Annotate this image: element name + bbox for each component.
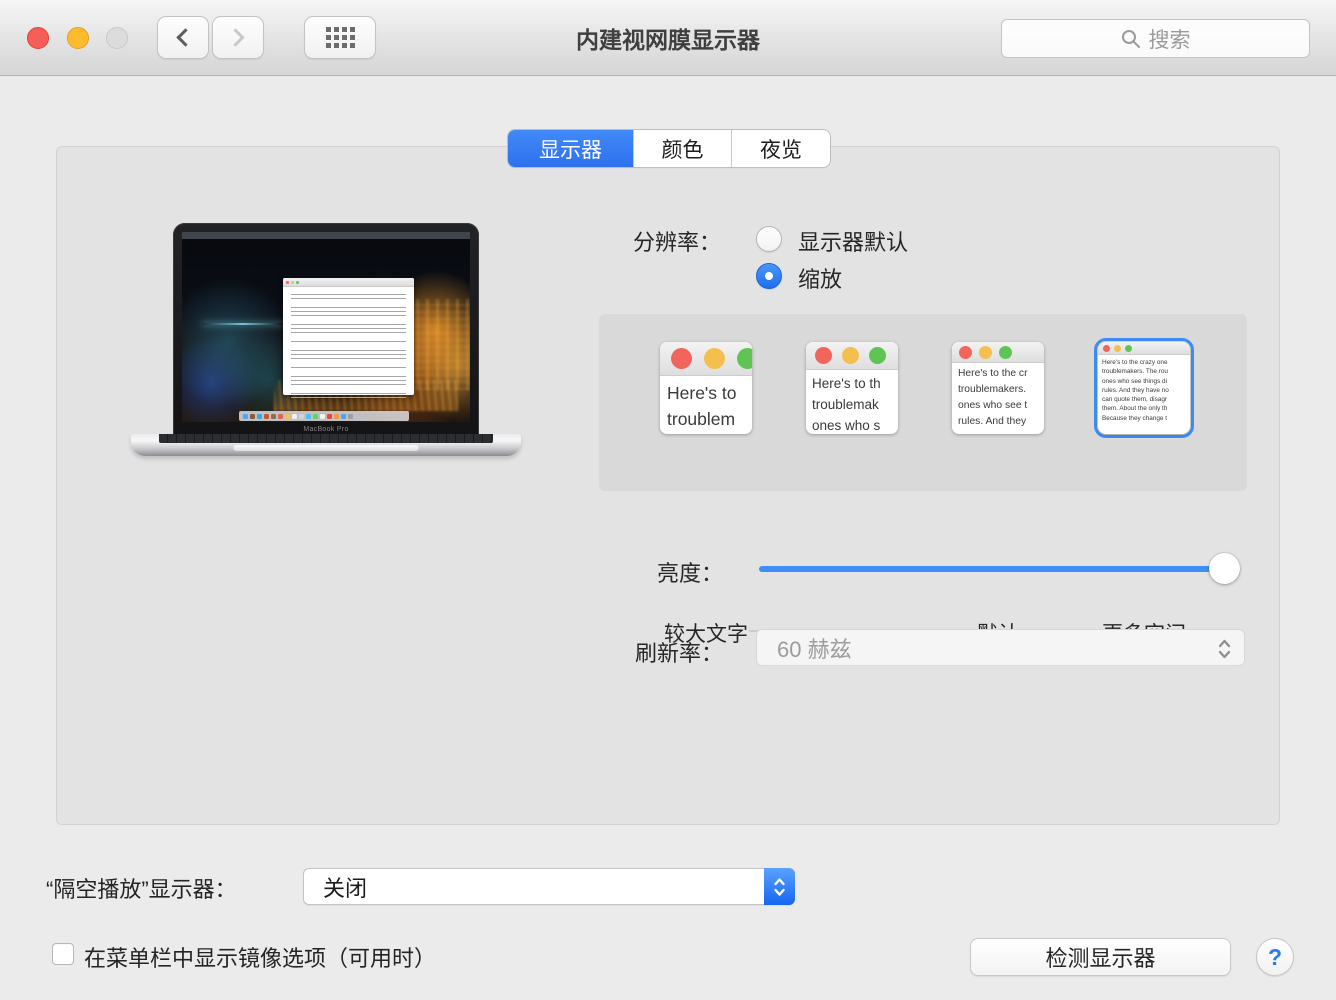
tab-displays[interactable]: 显示器 bbox=[508, 130, 633, 167]
mini-window-preview-text: Here's to the crazy one troublemakers. T… bbox=[1098, 355, 1190, 423]
mini-window-preview-text: Here's to the cr troublemakers. ones who… bbox=[952, 363, 1044, 430]
scale-option-default[interactable]: Here's to the cr troublemakers. ones who… bbox=[952, 342, 1044, 434]
red-dot-icon bbox=[671, 348, 692, 369]
laptop-menubar bbox=[182, 232, 470, 239]
brightness-slider-track[interactable] bbox=[759, 566, 1239, 572]
search-icon bbox=[1121, 29, 1141, 49]
laptop-dock bbox=[239, 411, 409, 421]
laptop-image: MacBook Pro bbox=[173, 223, 479, 435]
green-dot-icon bbox=[999, 346, 1012, 359]
dropdown-arrows-button[interactable] bbox=[764, 868, 795, 905]
scale-option-larger-text[interactable]: Here's to troublem bbox=[660, 342, 752, 434]
mini-window: Here's to the crazy one troublemakers. T… bbox=[1098, 342, 1190, 434]
brightness-label: 亮度： bbox=[503, 556, 723, 588]
radio-default-for-display[interactable] bbox=[756, 226, 782, 252]
display-settings-panel: MacBook Pro 分辨率： 显示器默认 缩放 Here's to trou… bbox=[56, 146, 1280, 825]
mini-window-titlebar bbox=[660, 342, 752, 376]
yellow-dot-icon bbox=[1114, 345, 1121, 352]
help-button[interactable]: ? bbox=[1256, 938, 1294, 976]
search-input[interactable]: 搜索 bbox=[1001, 19, 1310, 58]
radio-default-label[interactable]: 显示器默认 bbox=[798, 225, 908, 257]
green-dot-icon bbox=[737, 348, 752, 369]
refresh-rate-label: 刷新率： bbox=[503, 636, 723, 668]
updown-chevron-icon bbox=[773, 875, 786, 899]
scaled-options-panel: Here's to troublem Here's to th troublem… bbox=[599, 314, 1247, 491]
red-dot-icon bbox=[959, 346, 972, 359]
yellow-dot-icon bbox=[842, 347, 859, 364]
refresh-rate-value: 60 赫兹 bbox=[777, 632, 852, 664]
laptop-model-label: MacBook Pro bbox=[173, 426, 479, 433]
red-dot-icon bbox=[1103, 345, 1110, 352]
tab-bar: 显示器 颜色 夜览 bbox=[508, 130, 830, 167]
airplay-display-value: 关闭 bbox=[323, 871, 367, 903]
scale-option-more-space-selected[interactable]: Here's to the crazy one troublemakers. T… bbox=[1094, 338, 1194, 438]
red-dot-icon bbox=[815, 347, 832, 364]
tab-color[interactable]: 颜色 bbox=[633, 130, 731, 167]
airplay-display-dropdown[interactable]: 关闭 bbox=[303, 868, 795, 905]
tab-night-shift[interactable]: 夜览 bbox=[731, 130, 830, 167]
show-mirroring-options-label[interactable]: 在菜单栏中显示镜像选项（可用时） bbox=[84, 941, 436, 973]
refresh-rate-dropdown[interactable]: 60 赫兹 bbox=[756, 629, 1245, 666]
green-dot-icon bbox=[869, 347, 886, 364]
yellow-dot-icon bbox=[704, 348, 725, 369]
document-text-lines bbox=[291, 294, 406, 389]
show-mirroring-options-checkbox[interactable] bbox=[52, 943, 74, 965]
laptop-keyboard bbox=[159, 434, 493, 443]
laptop-trackpad bbox=[234, 445, 419, 451]
bridge-lights bbox=[202, 323, 283, 325]
radio-scaled-label[interactable]: 缩放 bbox=[798, 262, 842, 294]
mini-window-titlebar bbox=[952, 342, 1044, 363]
document-window-thumbnail bbox=[283, 278, 414, 395]
laptop-base bbox=[131, 434, 521, 456]
radio-scaled[interactable] bbox=[756, 263, 782, 289]
updown-chevron-icon bbox=[1217, 637, 1232, 661]
search-placeholder: 搜索 bbox=[1149, 24, 1191, 54]
document-titlebar bbox=[283, 278, 414, 287]
mini-window-titlebar bbox=[1098, 342, 1190, 355]
resolution-label: 分辨率： bbox=[501, 225, 721, 257]
laptop-screen bbox=[182, 232, 470, 422]
titlebar: 内建视网膜显示器 搜索 bbox=[0, 0, 1336, 76]
green-dot-icon bbox=[1125, 345, 1132, 352]
detect-displays-button[interactable]: 检测显示器 bbox=[970, 938, 1231, 976]
scale-option-2[interactable]: Here's to th troublemak ones who s bbox=[806, 342, 898, 434]
brightness-slider-thumb[interactable] bbox=[1209, 553, 1240, 584]
mini-window-preview-text: Here's to troublem bbox=[660, 376, 752, 432]
mini-window-titlebar bbox=[806, 342, 898, 370]
airplay-display-label: “隔空播放”显示器： bbox=[46, 872, 237, 904]
mini-window-preview-text: Here's to th troublemak ones who s bbox=[806, 370, 898, 434]
yellow-dot-icon bbox=[979, 346, 992, 359]
